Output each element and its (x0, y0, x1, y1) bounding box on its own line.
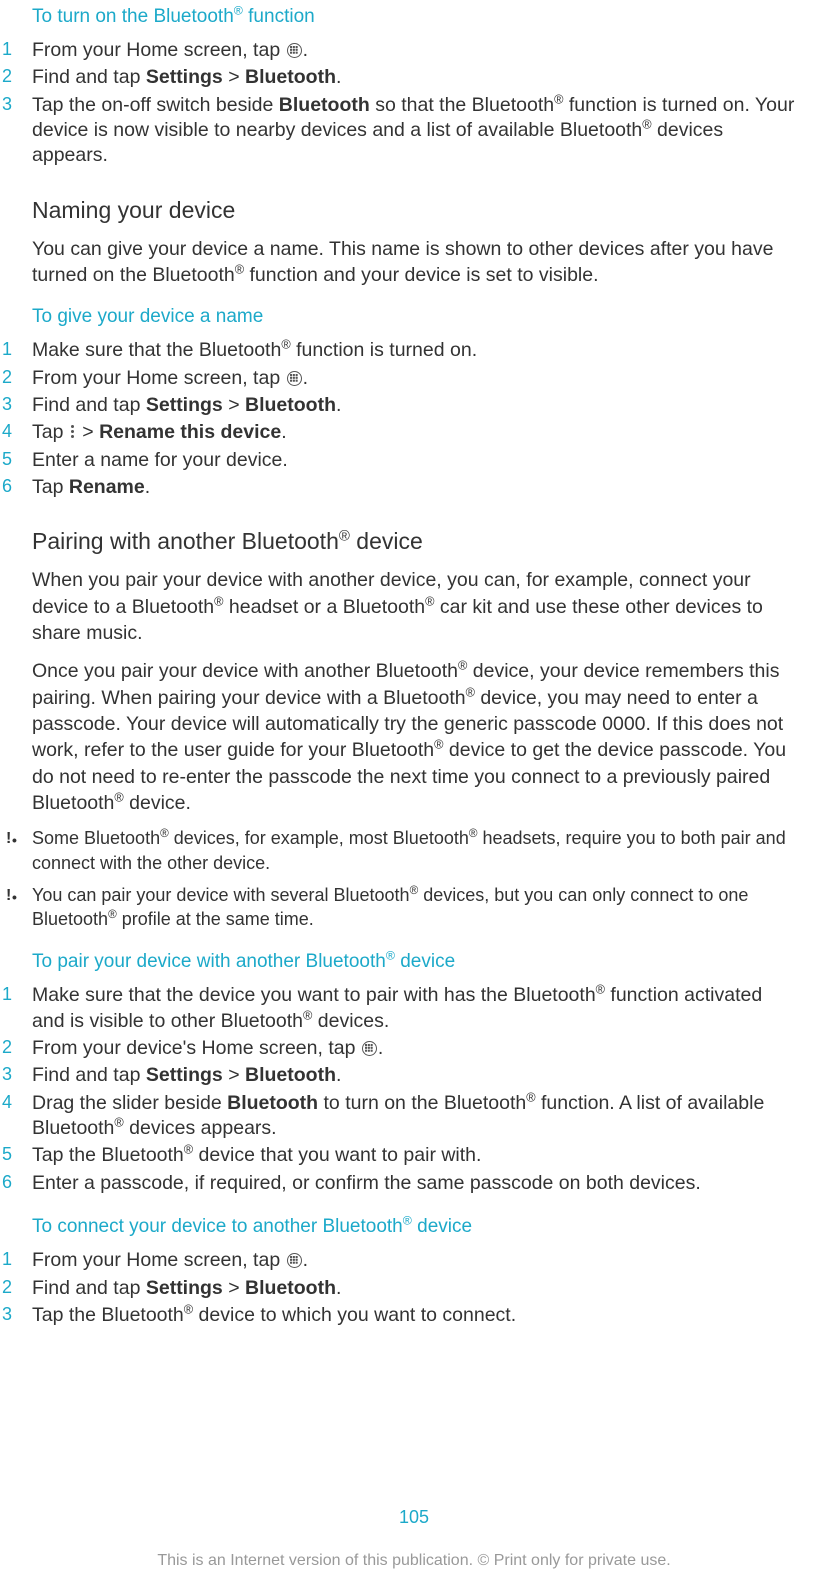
step-number: 2 (0, 65, 32, 90)
step-number: 2 (0, 1276, 32, 1301)
step-text: Make sure that the Bluetooth® function i… (32, 338, 798, 363)
list-item: 1 From your Home screen, tap . (0, 38, 798, 63)
step-number: 3 (0, 1303, 32, 1328)
step-number: 5 (0, 1143, 32, 1168)
step-text: From your Home screen, tap . (32, 366, 798, 391)
step-number: 4 (0, 1091, 32, 1142)
list-item: 3 Tap the on-off switch beside Bluetooth… (0, 93, 798, 169)
list-item: 5 Enter a name for your device. (0, 448, 798, 473)
list-item: 4 Drag the slider beside Bluetooth to tu… (0, 1091, 798, 1142)
step-number: 1 (0, 1248, 32, 1273)
list-item: 5 Tap the Bluetooth® device that you wan… (0, 1143, 798, 1168)
list-item: 3 Find and tap Settings > Bluetooth. (0, 393, 798, 418)
step-number: 3 (0, 1063, 32, 1088)
step-number: 1 (0, 338, 32, 363)
list-item: 6 Tap Rename. (0, 475, 798, 500)
step-number: 6 (0, 475, 32, 500)
step-number: 4 (0, 420, 32, 445)
apps-icon (287, 371, 302, 386)
list-item: 1 From your Home screen, tap . (0, 1248, 798, 1273)
step-text: Tap Rename. (32, 475, 798, 500)
list-item: 1 Make sure that the device you want to … (0, 983, 798, 1034)
note-icon (0, 826, 32, 875)
step-number: 2 (0, 366, 32, 391)
step-number: 3 (0, 93, 32, 169)
list-item: 6 Enter a passcode, if required, or conf… (0, 1171, 798, 1196)
section-heading-pairing: Pairing with another Bluetooth® device (32, 528, 798, 555)
step-number: 1 (0, 983, 32, 1034)
step-text: Find and tap Settings > Bluetooth. (32, 393, 798, 418)
paragraph-pairing-2: Once you pair your device with another B… (32, 658, 798, 816)
step-text: From your device's Home screen, tap . (32, 1036, 798, 1061)
step-number: 6 (0, 1171, 32, 1196)
step-text: Find and tap Settings > Bluetooth. (32, 1276, 798, 1301)
note-text: You can pair your device with several Bl… (32, 883, 798, 932)
step-text: Find and tap Settings > Bluetooth. (32, 1063, 798, 1088)
paragraph-naming: You can give your device a name. This na… (32, 236, 798, 289)
note-icon (0, 883, 32, 932)
step-number: 2 (0, 1036, 32, 1061)
step-number: 3 (0, 393, 32, 418)
list-item: 2 From your Home screen, tap . (0, 366, 798, 391)
steps-give-name: 1 Make sure that the Bluetooth® function… (0, 338, 798, 500)
list-item: 2 Find and tap Settings > Bluetooth. (0, 1276, 798, 1301)
step-text: From your Home screen, tap . (32, 38, 798, 63)
note-text: Some Bluetooth® devices, for example, mo… (32, 826, 798, 875)
task-heading-turn-on: To turn on the Bluetooth® function (32, 6, 798, 28)
list-item: 3 Find and tap Settings > Bluetooth. (0, 1063, 798, 1088)
footer-text: This is an Internet version of this publ… (0, 1552, 828, 1570)
step-text: Tap the Bluetooth® device to which you w… (32, 1303, 798, 1328)
steps-pair: 1 Make sure that the device you want to … (0, 983, 798, 1196)
step-text: Tap the Bluetooth® device that you want … (32, 1143, 798, 1168)
list-item: 1 Make sure that the Bluetooth® function… (0, 338, 798, 363)
apps-icon (362, 1041, 377, 1056)
paragraph-pairing-1: When you pair your device with another d… (32, 567, 798, 646)
step-number: 5 (0, 448, 32, 473)
list-item: 4 Tap > Rename this device. (0, 420, 798, 445)
step-text: Find and tap Settings > Bluetooth. (32, 65, 798, 90)
task-heading-pair: To pair your device with another Bluetoo… (32, 951, 798, 973)
more-icon (71, 425, 75, 439)
step-text: Tap > Rename this device. (32, 420, 798, 445)
step-text: From your Home screen, tap . (32, 1248, 798, 1273)
task-heading-give-name: To give your device a name (32, 306, 798, 328)
apps-icon (287, 43, 302, 58)
list-item: 2 Find and tap Settings > Bluetooth. (0, 65, 798, 90)
list-item: 3 Tap the Bluetooth® device to which you… (0, 1303, 798, 1328)
step-text: Tap the on-off switch beside Bluetooth s… (32, 93, 798, 169)
steps-connect: 1 From your Home screen, tap . 2 Find an… (0, 1248, 798, 1328)
section-heading-naming: Naming your device (32, 197, 798, 224)
step-text: Drag the slider beside Bluetooth to turn… (32, 1091, 798, 1142)
note-2: You can pair your device with several Bl… (0, 883, 798, 932)
note-1: Some Bluetooth® devices, for example, mo… (0, 826, 798, 875)
step-text: Enter a name for your device. (32, 448, 798, 473)
list-item: 2 From your device's Home screen, tap . (0, 1036, 798, 1061)
page-content: To turn on the Bluetooth® function 1 Fro… (0, 0, 828, 1328)
steps-turn-on: 1 From your Home screen, tap . 2 Find an… (0, 38, 798, 169)
step-number: 1 (0, 38, 32, 63)
step-text: Make sure that the device you want to pa… (32, 983, 798, 1034)
page-number: 105 (0, 1507, 828, 1528)
step-text: Enter a passcode, if required, or confir… (32, 1171, 798, 1196)
apps-icon (287, 1253, 302, 1268)
task-heading-connect: To connect your device to another Blueto… (32, 1216, 798, 1238)
